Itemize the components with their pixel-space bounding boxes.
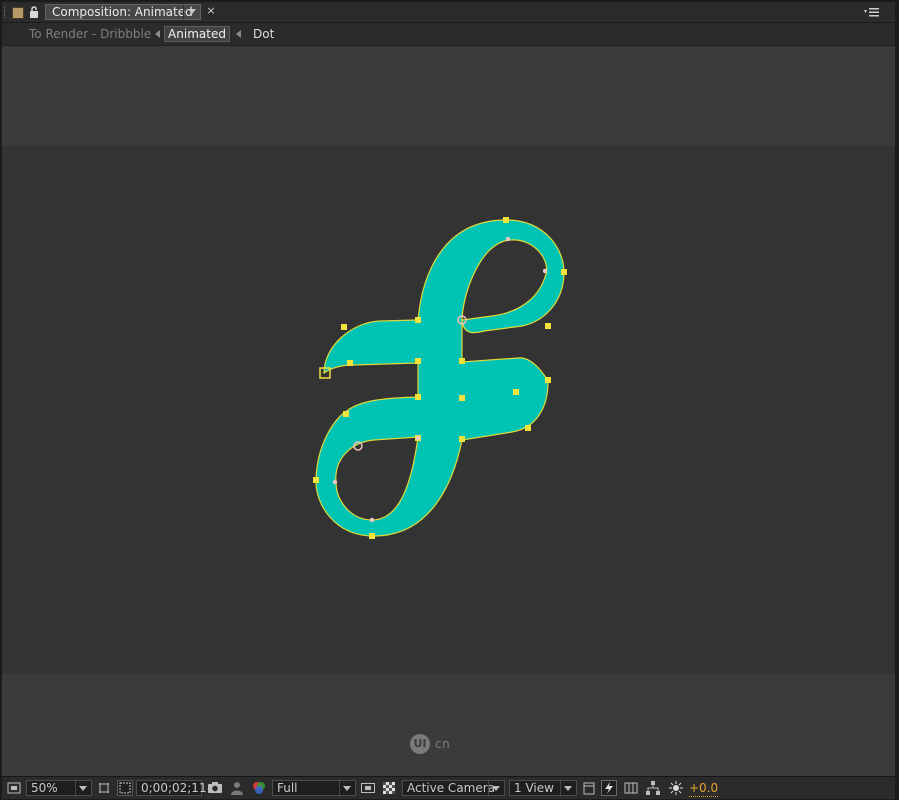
- rgb-channels-icon[interactable]: [251, 780, 267, 796]
- magnification-dropdown[interactable]: 50%: [26, 780, 92, 796]
- chevron-down-icon[interactable]: [183, 5, 200, 19]
- flowchart-icon[interactable]: [645, 780, 661, 796]
- vertex-marker[interactable]: [415, 317, 421, 323]
- composition-frame[interactable]: [2, 146, 895, 674]
- panel-color-swatch[interactable]: [12, 7, 24, 19]
- view-layout-value: 1 View: [514, 781, 554, 795]
- exposure-value[interactable]: +0.0: [689, 780, 719, 797]
- vertex-marker[interactable]: [459, 436, 465, 442]
- timeline-icon[interactable]: [623, 780, 639, 796]
- viewer-toolbar: 50% 0;00;02;11 Full Active Camera 1 View…: [2, 776, 895, 799]
- bezier-handle[interactable]: [332, 479, 338, 485]
- panel-titlebar: Composition: Animated ×: [2, 2, 895, 23]
- fast-previews-icon[interactable]: [360, 780, 376, 796]
- vertex-marker[interactable]: [459, 395, 465, 401]
- panel-menu-icon[interactable]: [863, 5, 881, 19]
- current-time-field[interactable]: 0;00;02;11: [136, 780, 207, 796]
- timecode-value: 0;00;02;11: [141, 781, 207, 795]
- transparency-grid-icon[interactable]: [381, 780, 397, 796]
- always-preview-icon[interactable]: [6, 780, 22, 796]
- vertex-marker[interactable]: [525, 425, 531, 431]
- grid-guides-icon[interactable]: [96, 780, 112, 796]
- resolution-dropdown[interactable]: Full: [272, 780, 356, 796]
- composition-navigator: To Render - Dribbble Animated Dot: [2, 23, 895, 46]
- vertex-marker[interactable]: [369, 533, 375, 539]
- breadcrumb-arrow-icon: [236, 30, 241, 38]
- resolution-value: Full: [277, 781, 298, 795]
- camera-value: Active Camera: [407, 781, 496, 795]
- fast-previews-bolt-icon[interactable]: [601, 780, 617, 796]
- uicn-logo-icon: UI: [410, 734, 430, 754]
- bezier-handle[interactable]: [542, 268, 548, 274]
- bezier-handle[interactable]: [505, 236, 511, 242]
- region-of-interest-icon[interactable]: [117, 780, 133, 796]
- vertex-marker[interactable]: [503, 217, 509, 223]
- composition-panel: Composition: Animated × To Render - Drib…: [2, 2, 895, 799]
- vertex-marker[interactable]: [545, 377, 551, 383]
- snapshot-icon[interactable]: [207, 780, 223, 796]
- vertex-marker[interactable]: [347, 360, 353, 366]
- vertex-marker[interactable]: [415, 358, 421, 364]
- magnification-value: 50%: [31, 781, 58, 795]
- vertex-marker[interactable]: [343, 411, 349, 417]
- show-snapshot-icon[interactable]: [229, 780, 245, 796]
- bezier-handle[interactable]: [369, 517, 375, 523]
- pixel-aspect-icon[interactable]: [581, 780, 597, 796]
- composition-viewer[interactable]: UI cn: [2, 46, 895, 776]
- breadcrumb-item[interactable]: Dot: [253, 26, 274, 42]
- close-icon[interactable]: ×: [205, 4, 217, 18]
- lock-icon[interactable]: [28, 5, 40, 19]
- vertex-marker[interactable]: [513, 389, 519, 395]
- composition-tab[interactable]: Composition: Animated: [45, 4, 201, 20]
- vertex-marker[interactable]: [459, 358, 465, 364]
- composition-tab-label: Composition: Animated: [52, 5, 193, 19]
- reset-exposure-icon[interactable]: [668, 780, 684, 796]
- breadcrumb-arrow-icon: [155, 30, 160, 38]
- grip-icon[interactable]: [4, 7, 8, 18]
- watermark-logo: UI cn: [410, 734, 470, 758]
- breadcrumb-item-active[interactable]: Animated: [164, 26, 230, 42]
- vertex-marker[interactable]: [313, 477, 319, 483]
- breadcrumb-item[interactable]: To Render - Dribbble: [29, 26, 151, 42]
- shape-path[interactable]: [315, 219, 565, 537]
- camera-dropdown[interactable]: Active Camera: [402, 780, 505, 796]
- watermark-text: cn: [435, 737, 451, 751]
- vertex-marker[interactable]: [561, 269, 567, 275]
- bezier-handle[interactable]: [415, 435, 421, 441]
- vertex-marker[interactable]: [545, 323, 551, 329]
- shape-layer-artwork[interactable]: [2, 146, 895, 674]
- vertex-marker[interactable]: [415, 394, 421, 400]
- vertex-marker[interactable]: [341, 324, 347, 330]
- view-layout-dropdown[interactable]: 1 View: [509, 780, 577, 796]
